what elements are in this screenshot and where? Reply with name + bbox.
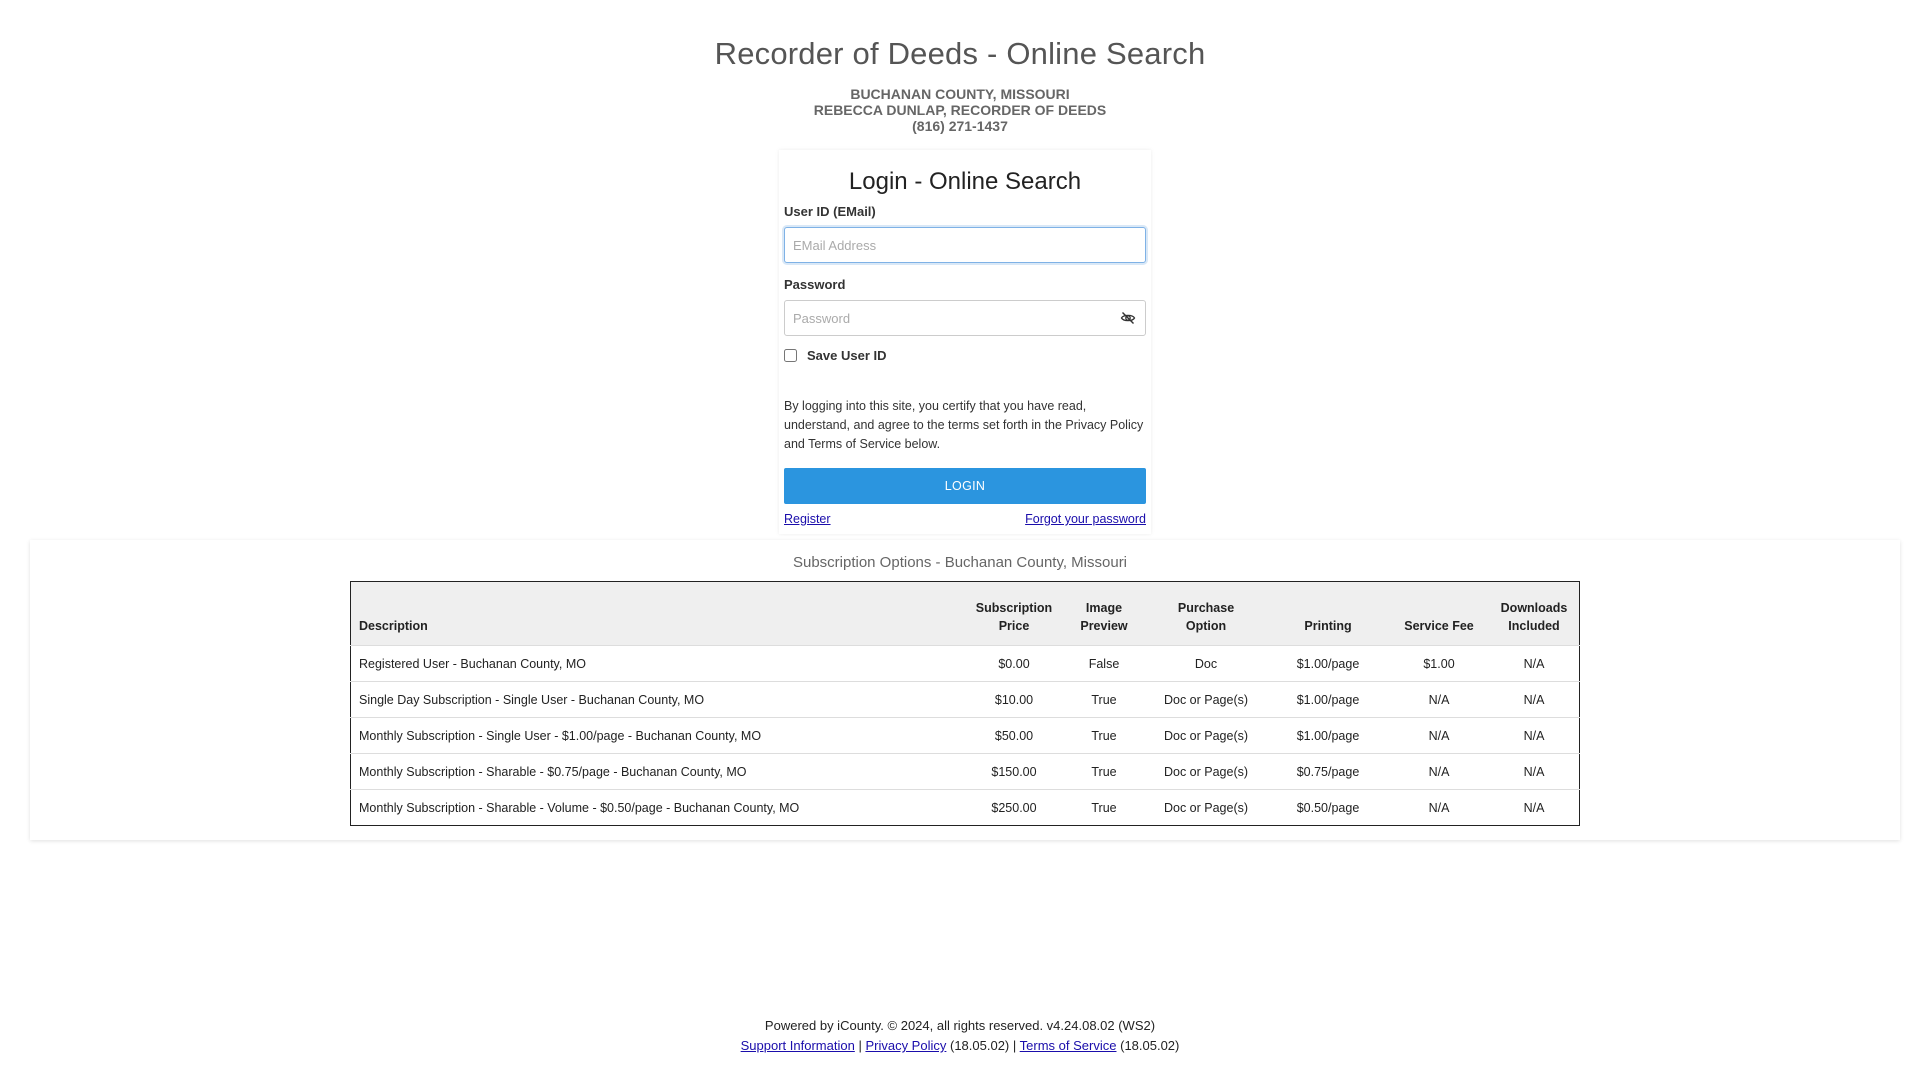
row-fee: N/A xyxy=(1389,681,1489,718)
login-links: Register Forgot your password xyxy=(784,512,1146,526)
row-preview: True xyxy=(1063,717,1145,754)
row-fee: $1.00 xyxy=(1389,645,1489,682)
save-user-checkbox[interactable] xyxy=(784,349,797,362)
table-row: Monthly Subscription - Sharable - $0.75/… xyxy=(350,753,1580,790)
password-input[interactable] xyxy=(784,300,1146,336)
table-row: Registered User - Buchanan County, MO $0… xyxy=(350,645,1580,682)
subscription-table: Description Subscription Price Image Previ… xyxy=(350,581,1580,826)
row-purchase: Doc or Page(s) xyxy=(1145,717,1267,754)
phone-number: (816) 271-1437 xyxy=(912,118,1008,134)
row-price: $10.00 xyxy=(965,681,1063,718)
privacy-version: (18.05.02) xyxy=(950,1038,1010,1053)
row-printing: $1.00/page xyxy=(1267,681,1389,718)
col-subscription-price: Subscription Price xyxy=(965,581,1063,646)
terms-version: (18.05.02) xyxy=(1120,1038,1180,1053)
register-link[interactable]: Register xyxy=(784,512,831,526)
row-preview: True xyxy=(1063,681,1145,718)
recorder-name: REBECCA DUNLAP, RECORDER OF DEEDS xyxy=(813,102,1107,118)
table-row: Monthly Subscription - Single User - $1.… xyxy=(350,717,1580,754)
row-price: $0.00 xyxy=(965,645,1063,682)
user-id-label: User ID (EMail) xyxy=(784,204,876,219)
table-row: Monthly Subscription - Sharable - Volume… xyxy=(350,789,1580,826)
row-description: Single Day Subscription - Single User - … xyxy=(350,681,965,718)
login-button[interactable]: LOGIN xyxy=(784,468,1146,504)
table-header-row: Description Subscription Price Image Previ… xyxy=(350,581,1580,646)
row-downloads: N/A xyxy=(1489,753,1580,790)
col-image-preview: Image Preview xyxy=(1063,581,1145,646)
page-footer: Powered by iCounty. © 2024, all rights r… xyxy=(0,1016,1920,1056)
row-purchase: Doc xyxy=(1145,645,1267,682)
save-user-row: Save User ID xyxy=(784,348,1146,363)
footer-links: Support Information | Privacy Policy (18… xyxy=(0,1036,1920,1056)
col-printing: Printing xyxy=(1267,581,1389,646)
row-downloads: N/A xyxy=(1489,789,1580,826)
footer-separator: | xyxy=(1012,1038,1017,1053)
footer-separator: | xyxy=(858,1038,862,1053)
row-description: Monthly Subscription - Sharable - $0.75/… xyxy=(350,753,965,790)
page-header: Recorder of Deeds - Online Search BUCHAN… xyxy=(0,0,1920,134)
powered-by-text: Powered by iCounty. © 2024, all rights r… xyxy=(764,1018,1156,1033)
row-printing: $1.00/page xyxy=(1267,645,1389,682)
row-description: Monthly Subscription - Single User - $1.… xyxy=(350,717,965,754)
eye-slash-icon[interactable] xyxy=(1120,310,1136,326)
password-wrapper xyxy=(784,300,1146,336)
row-price: $150.00 xyxy=(965,753,1063,790)
row-preview: True xyxy=(1063,753,1145,790)
password-label: Password xyxy=(784,277,846,292)
row-downloads: N/A xyxy=(1489,717,1580,754)
row-fee: N/A xyxy=(1389,789,1489,826)
login-card: Login - Online Search User ID (EMail) Pa… xyxy=(779,150,1151,534)
terms-notice: By logging into this site, you certify t… xyxy=(784,399,1144,451)
row-preview: False xyxy=(1063,645,1145,682)
col-service-fee: Service Fee xyxy=(1389,581,1489,646)
row-printing: $0.50/page xyxy=(1267,789,1389,826)
row-purchase: Doc or Page(s) xyxy=(1145,789,1267,826)
support-information-link[interactable]: Support Information xyxy=(741,1038,855,1053)
row-description: Monthly Subscription - Sharable - Volume… xyxy=(350,789,965,826)
row-fee: N/A xyxy=(1389,717,1489,754)
table-row: Single Day Subscription - Single User - … xyxy=(350,681,1580,718)
row-preview: True xyxy=(1063,789,1145,826)
terms-of-service-link[interactable]: Terms of Service xyxy=(1020,1038,1117,1053)
email-input[interactable] xyxy=(784,227,1146,263)
forgot-password-link[interactable]: Forgot your password xyxy=(1025,512,1146,526)
row-purchase: Doc or Page(s) xyxy=(1145,753,1267,790)
col-purchase-option: Purchase Option xyxy=(1145,581,1267,646)
save-user-label: Save User ID xyxy=(807,348,887,363)
subscription-title: Subscription Options - Buchanan County, … xyxy=(792,554,1128,571)
row-fee: N/A xyxy=(1389,753,1489,790)
col-description: Description xyxy=(350,581,965,646)
row-downloads: N/A xyxy=(1489,681,1580,718)
row-printing: $1.00/page xyxy=(1267,717,1389,754)
privacy-policy-link[interactable]: Privacy Policy xyxy=(865,1038,946,1053)
row-price: $250.00 xyxy=(965,789,1063,826)
col-downloads-included: Downloads Included xyxy=(1489,581,1580,646)
login-title: Login - Online Search xyxy=(848,168,1082,195)
row-price: $50.00 xyxy=(965,717,1063,754)
row-description: Registered User - Buchanan County, MO xyxy=(350,645,965,682)
row-purchase: Doc or Page(s) xyxy=(1145,681,1267,718)
site-title: Recorder of Deeds - Online Search xyxy=(714,36,1206,71)
row-downloads: N/A xyxy=(1489,645,1580,682)
county-name: BUCHANAN COUNTY, MISSOURI xyxy=(850,86,1070,102)
row-printing: $0.75/page xyxy=(1267,753,1389,790)
